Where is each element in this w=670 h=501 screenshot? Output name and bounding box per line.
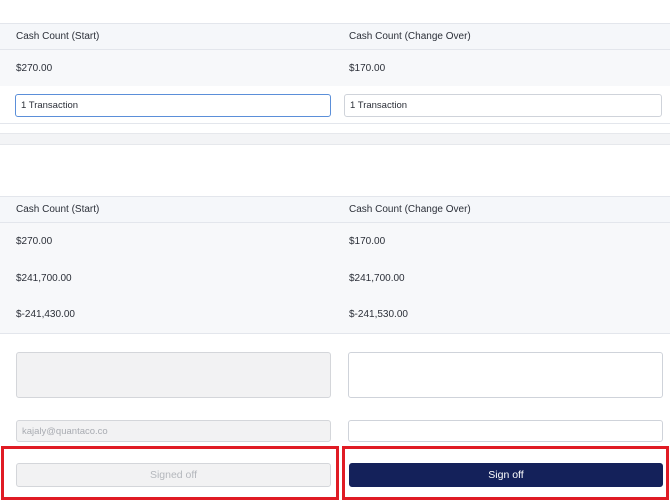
row1-start-value: $270.00 xyxy=(16,236,53,247)
section1-change-value: $170.00 xyxy=(349,63,386,74)
change-notes-textarea[interactable] xyxy=(348,352,663,398)
start-email-field: kajaly@quantaco.co xyxy=(16,420,331,442)
row3-start-value: $-241,430.00 xyxy=(16,309,75,320)
start-notes-textarea xyxy=(16,352,331,398)
section2-header-row xyxy=(0,196,670,223)
section2-change-header: Cash Count (Change Over) xyxy=(349,204,471,215)
start-transaction-input[interactable]: 1 Transaction xyxy=(15,94,331,117)
row1-change-value: $170.00 xyxy=(349,236,386,247)
section1-start-header: Cash Count (Start) xyxy=(16,31,100,42)
sign-off-button[interactable]: Sign off xyxy=(349,463,663,487)
row3-change-value: $-241,530.00 xyxy=(349,309,408,320)
change-transaction-input[interactable]: 1 Transaction xyxy=(344,94,662,117)
section1-change-header: Cash Count (Change Over) xyxy=(349,31,471,42)
row2-start-value: $241,700.00 xyxy=(16,273,72,284)
section2-divider xyxy=(0,333,670,334)
section2-start-header: Cash Count (Start) xyxy=(16,204,100,215)
section2-value-rows xyxy=(0,223,670,333)
section1-value-row xyxy=(0,50,670,86)
row2-change-value: $241,700.00 xyxy=(349,273,405,284)
section1-start-value: $270.00 xyxy=(16,63,53,74)
change-email-field[interactable] xyxy=(348,420,663,442)
section1-divider xyxy=(0,123,670,124)
signed-off-button: Signed off xyxy=(16,463,331,487)
section-separator xyxy=(0,133,670,145)
section1-header-row xyxy=(0,23,670,50)
